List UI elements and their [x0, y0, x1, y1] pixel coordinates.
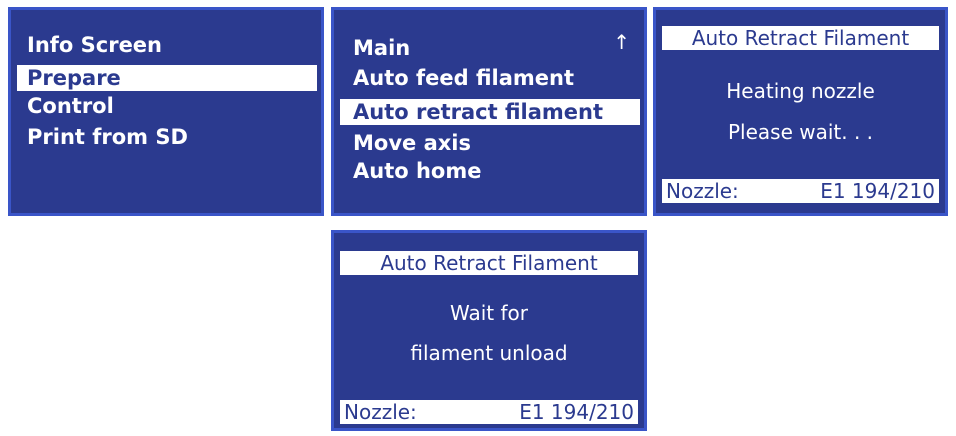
nozzle-temperature: E1 194/210: [820, 179, 935, 203]
heating-screen: Auto Retract Filament Heating nozzle Ple…: [653, 7, 948, 216]
menu-item-prepare-selected[interactable]: Prepare: [17, 65, 317, 91]
main-menu-screen: Info Screen Prepare Control Print from S…: [8, 7, 324, 216]
up-arrow-icon: ↑: [613, 30, 630, 54]
menu-item-control[interactable]: Control: [27, 93, 114, 119]
screen-title: Auto Retract Filament: [340, 251, 638, 275]
menu-item-move-axis[interactable]: Move axis: [353, 130, 471, 156]
prepare-menu-screen: Main ↑ Auto feed filament Auto retract f…: [331, 7, 647, 216]
nozzle-label: Nozzle:: [666, 179, 739, 203]
message-line-1: Wait for: [449, 301, 528, 325]
message-line-1: Heating nozzle: [726, 79, 875, 103]
menu-item-auto-home[interactable]: Auto home: [353, 158, 481, 184]
menu-item-auto-retract-filament-selected[interactable]: Auto retract filament: [340, 99, 640, 125]
message-line-2: Please wait. . .: [727, 120, 874, 144]
screen-title: Auto Retract Filament: [662, 26, 939, 50]
nozzle-temperature: E1 194/210: [519, 400, 634, 424]
message-line-2: filament unload: [410, 341, 568, 365]
menu-item-auto-feed-filament[interactable]: Auto feed filament: [353, 65, 574, 91]
unload-screen: Auto Retract Filament Wait for filament …: [331, 230, 647, 431]
nozzle-label: Nozzle:: [344, 400, 417, 424]
menu-item-main[interactable]: Main: [353, 35, 410, 61]
menu-item-print-from-sd[interactable]: Print from SD: [27, 124, 188, 150]
menu-item-info-screen[interactable]: Info Screen: [27, 32, 162, 58]
nozzle-status-bar: Nozzle: E1 194/210: [662, 179, 939, 203]
nozzle-status-bar: Nozzle: E1 194/210: [340, 400, 638, 424]
